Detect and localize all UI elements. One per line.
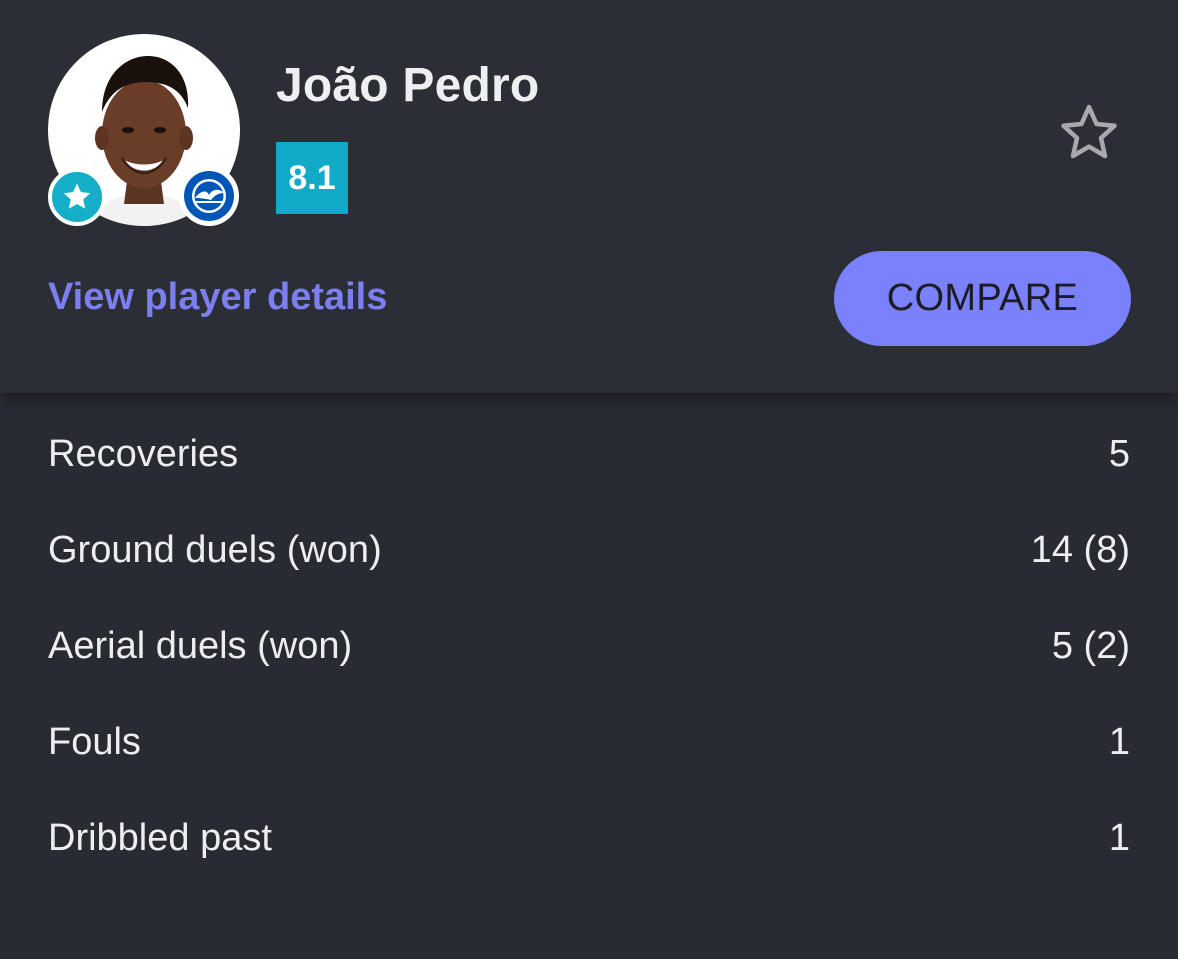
stat-value: 14 (8) bbox=[1030, 528, 1130, 571]
player-avatar-group[interactable] bbox=[48, 34, 240, 226]
stat-row-dribbled-past: Dribbled past 1 bbox=[48, 808, 1130, 868]
stat-value: 1 bbox=[1108, 816, 1130, 859]
star-outline-icon bbox=[1061, 104, 1117, 159]
player-name: João Pedro bbox=[276, 59, 540, 112]
stat-row-ground-duels: Ground duels (won) 14 (8) bbox=[48, 520, 1130, 580]
stat-label: Recoveries bbox=[48, 432, 239, 475]
player-card: João Pedro 8.1 View player details COMPA… bbox=[0, 0, 1178, 959]
stat-label: Aerial duels (won) bbox=[48, 624, 353, 667]
stat-value: 1 bbox=[1108, 720, 1130, 763]
player-header: João Pedro 8.1 View player details COMPA… bbox=[0, 0, 1178, 393]
brighton-crest-icon bbox=[182, 169, 236, 223]
compare-button[interactable]: COMPARE bbox=[834, 251, 1131, 346]
stat-label: Dribbled past bbox=[48, 816, 272, 859]
club-badge[interactable] bbox=[179, 166, 239, 226]
stat-label: Fouls bbox=[48, 720, 141, 763]
stat-value: 5 (2) bbox=[1051, 624, 1130, 667]
rating-badge: 8.1 bbox=[276, 142, 348, 214]
stat-row-aerial-duels: Aerial duels (won) 5 (2) bbox=[48, 616, 1130, 676]
stat-value: 5 bbox=[1108, 432, 1130, 475]
stat-row-recoveries: Recoveries 5 bbox=[48, 424, 1130, 484]
star-icon bbox=[63, 183, 91, 209]
stat-label: Ground duels (won) bbox=[48, 528, 382, 571]
favorite-button[interactable] bbox=[1056, 102, 1122, 166]
top-player-badge bbox=[48, 168, 106, 226]
stat-row-fouls: Fouls 1 bbox=[48, 712, 1130, 772]
view-player-details-link[interactable]: View player details bbox=[48, 276, 387, 319]
